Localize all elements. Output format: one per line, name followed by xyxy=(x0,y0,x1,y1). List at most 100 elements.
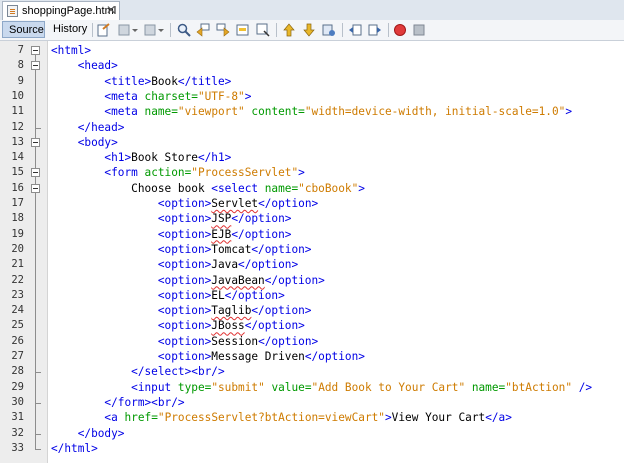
code-line[interactable]: </head> xyxy=(51,120,125,135)
code-token: action= xyxy=(144,166,192,180)
history-view-button[interactable]: History xyxy=(47,21,89,38)
fold-toggle-icon[interactable] xyxy=(31,137,40,147)
code-token: <option> xyxy=(51,350,212,363)
code-line[interactable]: </form><br/> xyxy=(51,395,184,410)
code-token: Tomcat xyxy=(211,242,252,256)
line-number: 19 xyxy=(11,227,24,240)
toggle-highlight-icon[interactable] xyxy=(236,23,250,37)
code-line[interactable]: <html> xyxy=(51,43,91,58)
code-token: </option> xyxy=(251,304,312,318)
back-dropdown-icon[interactable] xyxy=(131,23,139,37)
forward-dropdown-icon[interactable] xyxy=(157,23,165,37)
misspelled-token: Taglib xyxy=(211,304,252,318)
back-icon[interactable] xyxy=(117,23,131,37)
code-line[interactable]: </body> xyxy=(51,426,125,441)
shift-left-icon[interactable] xyxy=(348,23,362,37)
code-token: Book Store xyxy=(131,151,198,165)
code-line[interactable]: <a href="ProcessServlet?btAction=viewCar… xyxy=(51,410,511,425)
fold-toggle-icon[interactable] xyxy=(31,46,40,55)
code-token: </option> xyxy=(258,334,319,348)
code-line[interactable]: <title>Book</title> xyxy=(51,74,231,89)
fold-toggle-icon[interactable] xyxy=(31,61,40,71)
forward-icon[interactable] xyxy=(143,23,157,37)
code-line[interactable]: <option>Taglib</option> xyxy=(51,303,312,318)
code-token: name= xyxy=(144,105,178,119)
editor-toolbar: Source History xyxy=(0,20,624,41)
shift-right-icon[interactable] xyxy=(368,23,382,37)
code-line[interactable]: <option>JavaBean</option> xyxy=(51,273,325,288)
code-token: <meta xyxy=(51,105,145,119)
code-token: type= xyxy=(177,380,212,394)
fold-toggle-icon[interactable] xyxy=(31,183,40,193)
fold-toggle-icon[interactable] xyxy=(31,168,40,178)
code-token: <a xyxy=(51,411,125,425)
code-line[interactable]: <option>Message Driven</option> xyxy=(51,349,365,364)
code-token: "UTF-8" xyxy=(197,89,245,103)
previous-bookmark-icon[interactable] xyxy=(282,23,296,37)
find-icon[interactable] xyxy=(177,23,191,37)
code-token: <option> xyxy=(51,334,212,348)
toolbar-separator xyxy=(276,23,277,37)
close-tab-icon[interactable]: ✕ xyxy=(106,3,116,17)
toggle-rectangular-selection-icon[interactable] xyxy=(256,23,270,37)
code-token: <option> xyxy=(51,258,212,272)
last-edit-icon[interactable] xyxy=(97,23,111,37)
line-number: 23 xyxy=(11,288,24,301)
code-line[interactable]: </html> xyxy=(51,441,98,456)
line-number: 14 xyxy=(11,151,24,164)
find-previous-icon[interactable] xyxy=(196,23,210,37)
code-token: </title> xyxy=(177,74,232,88)
code-line[interactable]: <option>EL</option> xyxy=(51,288,285,303)
code-line[interactable]: <option>Java</option> xyxy=(51,257,298,272)
toolbar-separator xyxy=(170,23,171,37)
code-line[interactable]: <h1>Book Store</h1> xyxy=(51,150,231,165)
code-line[interactable]: <option>Session</option> xyxy=(51,334,318,349)
code-line[interactable]: <option>JSP</option> xyxy=(51,211,292,226)
code-line[interactable]: <option>Tomcat</option> xyxy=(51,242,312,257)
line-number: 7 xyxy=(17,44,24,56)
line-number: 9 xyxy=(17,74,24,87)
code-line[interactable]: <meta name="viewport" content="width=dev… xyxy=(51,104,572,119)
toggle-bookmark-icon[interactable] xyxy=(322,23,336,37)
code-token: "ProcessServlet?btAction=viewCart" xyxy=(157,411,385,425)
line-number: 25 xyxy=(11,319,24,332)
line-number: 18 xyxy=(11,212,24,225)
file-tab-name: shoppingPage.html xyxy=(22,5,117,17)
find-next-icon[interactable] xyxy=(216,23,230,37)
code-line[interactable]: <option>EJB</option> xyxy=(51,227,292,242)
code-editor[interactable]: 7 8 9 10 11 12 13 14 15 16 17 18 19 20 21 22 23 24 25 26 27 2… xyxy=(0,41,624,463)
code-token: View Your Cart xyxy=(391,411,486,425)
code-line[interactable]: Choose book <select name="cboBook"> xyxy=(51,181,365,196)
start-macro-icon[interactable] xyxy=(393,23,407,37)
code-line[interactable]: <option>JBoss</option> xyxy=(51,318,305,333)
code-token: <html> xyxy=(51,44,92,57)
misspelled-token: Servlet xyxy=(211,197,259,210)
line-number: 10 xyxy=(11,89,24,102)
code-line[interactable]: <option>Servlet</option> xyxy=(51,196,318,211)
code-line[interactable]: <input type="submit" value="Add Book to … xyxy=(51,380,592,395)
code-token: </h1> xyxy=(197,151,232,165)
code-token: <meta xyxy=(51,89,145,103)
source-view-button[interactable]: Source xyxy=(2,21,45,38)
code-token: "Add Book to Your Cart" xyxy=(311,380,466,394)
file-tab[interactable]: shoppingPage.html ✕ xyxy=(2,1,120,20)
fold-end-marker xyxy=(35,372,41,374)
next-bookmark-icon[interactable] xyxy=(302,23,316,37)
line-number-gutter: 7 8 9 10 11 12 13 14 15 16 17 18 19 20 21 22 23 24 25 26 27 2… xyxy=(0,41,48,463)
code-line[interactable]: <head> xyxy=(51,58,118,73)
code-line[interactable]: <form action="ProcessServlet"> xyxy=(51,165,304,180)
line-number: 32 xyxy=(11,426,24,439)
fold-end-marker xyxy=(35,433,41,435)
code-token: Java xyxy=(211,258,239,272)
code-line[interactable]: <meta charset="UTF-8"> xyxy=(51,89,251,104)
code-token: <input xyxy=(51,380,178,394)
code-token: value= xyxy=(271,380,312,394)
code-token: <option> xyxy=(51,197,212,210)
code-token: <h1> xyxy=(51,151,132,165)
code-line[interactable]: <body> xyxy=(51,135,118,150)
stop-macro-icon[interactable] xyxy=(412,23,426,37)
code-token: </option> xyxy=(251,242,312,256)
code-line[interactable]: </select><br/> xyxy=(51,364,225,379)
code-token: </option> xyxy=(304,350,365,363)
